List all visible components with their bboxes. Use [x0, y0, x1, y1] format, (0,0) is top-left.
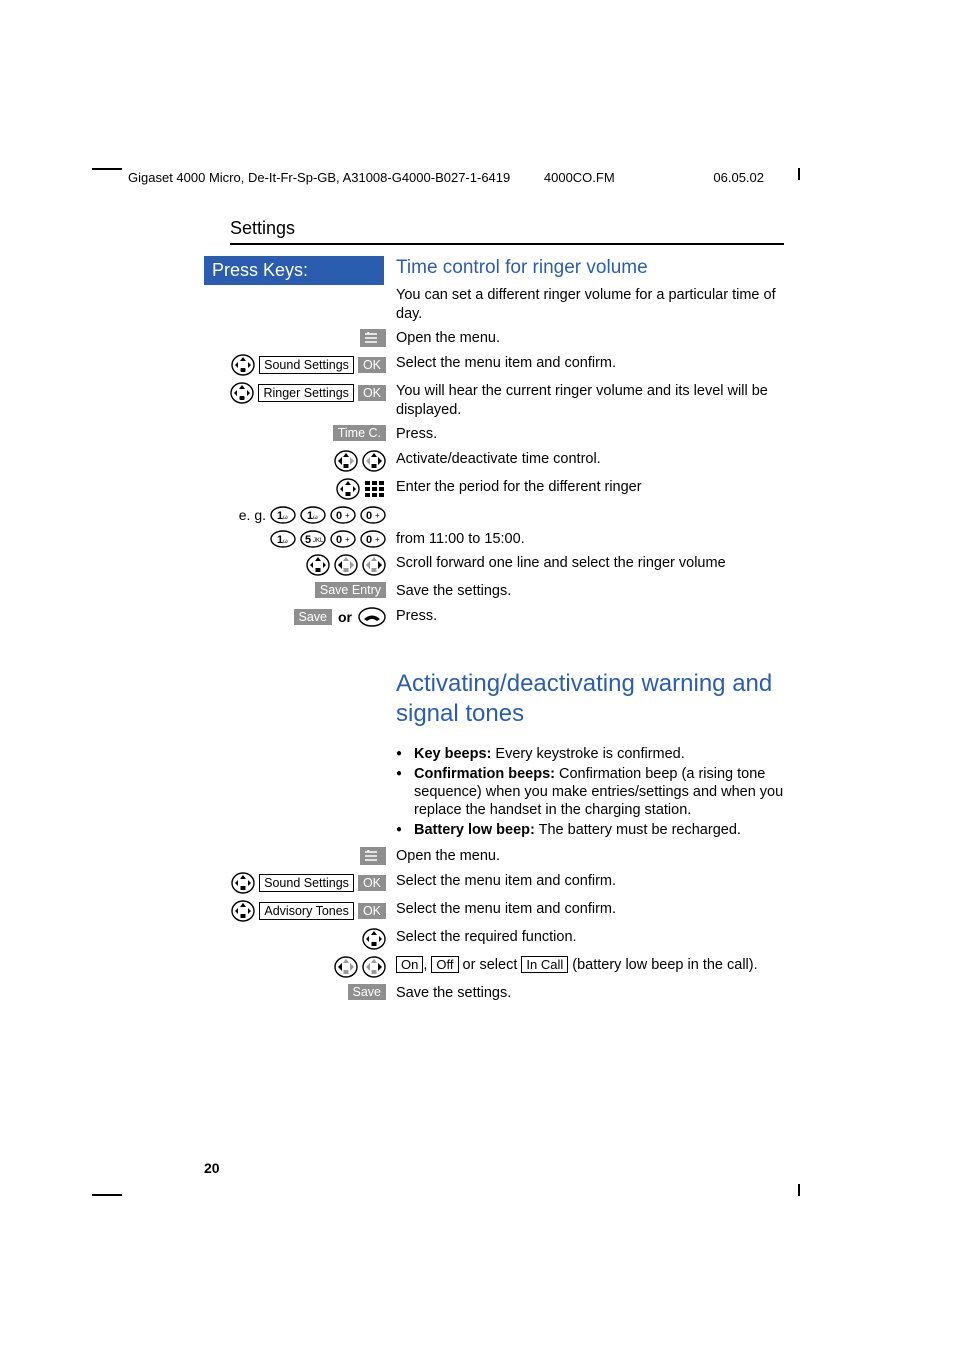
svg-text:0: 0 — [336, 510, 342, 522]
scroll-desc: Scroll forward one line and select the r… — [386, 554, 784, 573]
save-softkey: Save — [294, 609, 333, 625]
save-entry-desc: Save the settings. — [386, 582, 784, 601]
key-1-icon: 1ω — [270, 506, 296, 524]
ok-softkey: OK — [358, 385, 386, 401]
key-5-icon: 5JKL — [300, 530, 326, 548]
svg-text:0: 0 — [366, 510, 372, 522]
toggle-desc: On, Off or select In Call (battery low b… — [386, 956, 784, 975]
crop-mark — [92, 1194, 122, 1196]
press-keys-label: Press Keys: — [204, 256, 384, 285]
save-softkey: Save — [348, 984, 387, 1000]
bullet-text: The battery must be recharged. — [535, 822, 741, 838]
bullet-list: Key beeps: Every keystroke is confirmed.… — [396, 745, 784, 840]
svg-text:ω: ω — [283, 515, 288, 521]
sound-settings-menu-item: Sound Settings — [259, 356, 354, 374]
keypad-icon — [364, 480, 386, 498]
menu-icon — [360, 847, 386, 865]
ringer-settings-desc: You will hear the current ringer volume … — [386, 382, 784, 419]
nav-icon — [362, 928, 386, 950]
timec-desc: Press. — [386, 425, 784, 444]
svg-text:JKL: JKL — [313, 538, 324, 544]
nav-icon — [336, 478, 360, 500]
sound-settings-menu-item: Sound Settings — [259, 874, 354, 892]
nav-icon — [306, 554, 330, 576]
in-call-option: In Call — [521, 956, 568, 973]
svg-text:ω: ω — [283, 539, 288, 545]
nav-left-icon — [334, 956, 358, 978]
activate-desc: Activate/deactivate time control. — [386, 450, 784, 469]
ok-softkey: OK — [358, 903, 386, 919]
nav-left-icon — [334, 450, 358, 472]
nav-right-icon — [362, 554, 386, 576]
key-1-icon: 1ω — [270, 530, 296, 548]
doc-id: Gigaset 4000 Micro, De-It-Fr-Sp-GB, A310… — [128, 170, 510, 185]
save-entry-softkey: Save Entry — [315, 582, 386, 598]
svg-text:0: 0 — [336, 534, 342, 546]
ringer-settings-menu-item: Ringer Settings — [258, 384, 353, 402]
off-option: Off — [431, 956, 458, 973]
title-rule — [230, 243, 784, 245]
svg-text:+: + — [345, 535, 350, 544]
file-name: 4000CO.FM — [544, 170, 615, 185]
main-content: Press Keys: Time control for ringer volu… — [204, 256, 784, 1002]
page-number: 20 — [204, 1160, 220, 1176]
advisory-desc: Select the menu item and confirm. — [386, 900, 784, 919]
or-label: or — [338, 609, 352, 625]
nav-icon — [231, 872, 255, 894]
save-desc: Save the settings. — [386, 984, 784, 1003]
svg-text:+: + — [345, 511, 350, 520]
bullet-bold: Battery low beep: — [414, 822, 535, 838]
sound-settings-desc: Select the menu item and confirm. — [386, 872, 784, 891]
header-date: 06.05.02 — [713, 170, 764, 185]
bullet-bold: Confirmation beeps: — [414, 766, 555, 782]
select-func-desc: Select the required function. — [386, 928, 784, 947]
nav-icon — [231, 354, 255, 376]
ok-softkey: OK — [358, 357, 386, 373]
crop-mark — [798, 168, 800, 180]
period-desc: Enter the period for the different ringe… — [386, 478, 784, 497]
svg-text:5: 5 — [305, 534, 311, 546]
eg-label: e. g. — [239, 507, 266, 523]
nav-right-icon — [362, 956, 386, 978]
ok-softkey: OK — [358, 875, 386, 891]
page-title: Settings — [230, 218, 784, 239]
section2-heading: Activating/deactivating warning and sign… — [396, 669, 784, 729]
from-desc: from 11:00 to 15:00. — [386, 530, 784, 549]
svg-text:+: + — [375, 535, 380, 544]
key-0-icon: 0+ — [330, 530, 356, 548]
bullet-item: Key beeps: Every keystroke is confirmed. — [396, 745, 784, 763]
menu-icon — [360, 329, 386, 347]
open-menu-text: Open the menu. — [386, 329, 784, 348]
press-desc: Press. — [386, 607, 784, 626]
svg-text:ω: ω — [313, 515, 318, 521]
bullet-text: Every keystroke is confirmed. — [491, 746, 684, 762]
bullet-bold: Key beeps: — [414, 746, 491, 762]
hangup-key-icon — [358, 607, 386, 627]
svg-text:+: + — [375, 511, 380, 520]
toggle-end-text: (battery low beep in the call). — [568, 957, 757, 973]
section1-intro: You can set a different ringer volume fo… — [396, 286, 784, 323]
bullet-item: Battery low beep: The battery must be re… — [396, 821, 784, 839]
bullet-item: Confirmation beeps: Confirmation beep (a… — [396, 765, 784, 819]
time-control-softkey: Time C. — [333, 425, 386, 441]
on-option: On — [396, 956, 423, 973]
svg-text:0: 0 — [366, 534, 372, 546]
running-header: Gigaset 4000 Micro, De-It-Fr-Sp-GB, A310… — [128, 170, 794, 185]
nav-right-icon — [362, 450, 386, 472]
advisory-tones-menu-item: Advisory Tones — [259, 902, 354, 920]
key-0-icon: 0+ — [360, 506, 386, 524]
sound-settings-desc: Select the menu item and confirm. — [386, 354, 784, 373]
page-title-block: Settings — [230, 218, 784, 245]
key-1-icon: 1ω — [300, 506, 326, 524]
nav-icon — [230, 382, 254, 404]
section1-heading: Time control for ringer volume — [396, 256, 784, 280]
key-0-icon: 0+ — [360, 530, 386, 548]
open-menu-text: Open the menu. — [386, 847, 784, 866]
crop-mark — [92, 168, 122, 170]
crop-mark — [798, 1184, 800, 1196]
toggle-mid-text: or select — [459, 957, 522, 973]
key-0-icon: 0+ — [330, 506, 356, 524]
nav-icon — [231, 900, 255, 922]
nav-left-icon — [334, 554, 358, 576]
